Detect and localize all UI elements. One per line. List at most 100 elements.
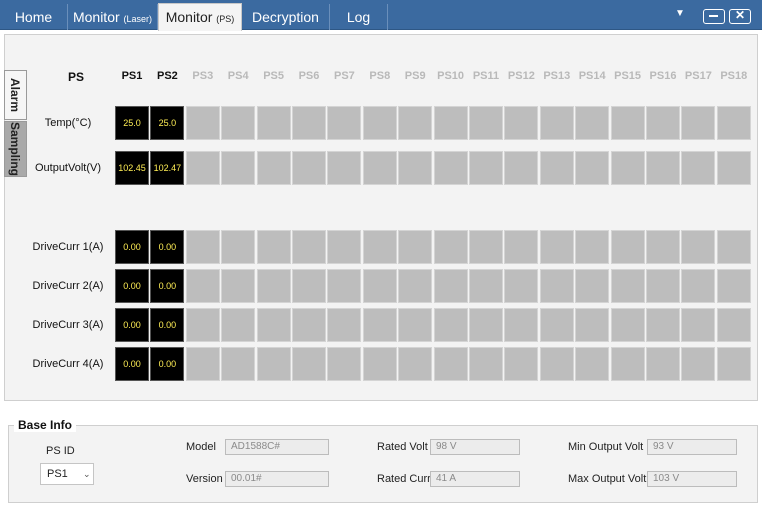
- value-cell: 102.47: [150, 151, 185, 185]
- value-cell: 0.00: [115, 269, 149, 303]
- empty-cell: [256, 106, 291, 140]
- min-output-volt-field: 93 V: [647, 439, 737, 455]
- empty-cell: [610, 230, 645, 264]
- empty-cell: [575, 269, 610, 303]
- close-button[interactable]: ✕: [729, 9, 751, 24]
- empty-cell: [292, 269, 326, 303]
- empty-cell: [716, 347, 751, 381]
- empty-cell: [327, 106, 362, 140]
- empty-cell: [221, 106, 256, 140]
- empty-cell: [681, 106, 716, 140]
- dropdown-arrow-icon[interactable]: ▼: [675, 8, 685, 19]
- empty-cell: [292, 106, 326, 140]
- empty-cell: [575, 347, 610, 381]
- empty-cell: [716, 308, 751, 342]
- column-header-ps2: PS2: [156, 70, 178, 82]
- empty-cell: [292, 151, 326, 185]
- empty-cell: [185, 230, 220, 264]
- version-field: 00.01#: [225, 471, 329, 487]
- empty-cell: [256, 151, 291, 185]
- tab-monitor-laser-sub: (Laser): [123, 14, 153, 24]
- row-label: DriveCurr 2(A): [32, 280, 104, 292]
- tab-monitor-ps-label: Monitor: [165, 9, 213, 25]
- empty-cell: [362, 347, 397, 381]
- empty-cell: [539, 308, 574, 342]
- column-header-ps12: PS12: [507, 70, 535, 82]
- column-header-ps15: PS15: [614, 70, 642, 82]
- ps-id-select[interactable]: PS1 ⌄: [40, 463, 94, 485]
- empty-cell: [221, 308, 256, 342]
- monitor-panel: [4, 34, 758, 401]
- max-output-volt-field: 103 V: [647, 471, 737, 487]
- empty-cell: [398, 151, 433, 185]
- column-header-ps11: PS11: [472, 70, 500, 82]
- value-cell: 25.0: [115, 106, 149, 140]
- empty-cell: [221, 347, 256, 381]
- empty-cell: [256, 269, 291, 303]
- empty-cell: [433, 347, 468, 381]
- empty-cell: [327, 151, 362, 185]
- empty-cell: [433, 269, 468, 303]
- empty-cell: [575, 230, 610, 264]
- empty-cell: [504, 308, 539, 342]
- empty-cell: [362, 230, 397, 264]
- empty-cell: [539, 106, 574, 140]
- ps-column-header: PS: [68, 70, 85, 84]
- tab-monitor-ps[interactable]: Monitor (PS): [158, 3, 242, 31]
- empty-cell: [610, 269, 645, 303]
- empty-cell: [327, 230, 362, 264]
- value-cell: 0.00: [150, 230, 185, 264]
- column-header-ps10: PS10: [437, 70, 465, 82]
- version-label: Version: [186, 473, 223, 485]
- empty-cell: [398, 269, 433, 303]
- tab-decryption[interactable]: Decryption: [242, 4, 330, 30]
- base-info-panel: [8, 425, 758, 503]
- value-cell: 0.00: [115, 308, 149, 342]
- empty-cell: [185, 347, 220, 381]
- empty-cell: [646, 230, 680, 264]
- rated-volt-field: 98 V: [430, 439, 520, 455]
- column-header-ps5: PS5: [263, 70, 284, 82]
- empty-cell: [716, 230, 751, 264]
- ps-id-value: PS1: [47, 468, 68, 480]
- empty-cell: [469, 269, 503, 303]
- empty-cell: [327, 308, 362, 342]
- empty-cell: [185, 151, 220, 185]
- empty-cell: [575, 106, 610, 140]
- ps-id-label: PS ID: [46, 445, 75, 457]
- empty-cell: [292, 308, 326, 342]
- column-header-ps7: PS7: [333, 70, 355, 82]
- tab-monitor-ps-sub: (PS): [216, 14, 235, 24]
- tab-decryption-label: Decryption: [252, 9, 319, 25]
- empty-cell: [469, 308, 503, 342]
- tab-log[interactable]: Log: [330, 4, 388, 30]
- max-output-volt-label: Max Output Volt: [568, 473, 647, 485]
- empty-cell: [646, 106, 680, 140]
- tab-home[interactable]: Home: [0, 4, 68, 30]
- empty-cell: [185, 308, 220, 342]
- tab-monitor-laser-label: Monitor: [72, 9, 120, 25]
- empty-cell: [362, 151, 397, 185]
- rated-curr-field: 41 A: [430, 471, 520, 487]
- empty-cell: [185, 269, 220, 303]
- empty-cell: [504, 230, 539, 264]
- empty-cell: [292, 347, 326, 381]
- column-header-ps1: PS1: [121, 70, 143, 82]
- tab-monitor-laser[interactable]: Monitor (Laser): [68, 4, 158, 30]
- empty-cell: [504, 347, 539, 381]
- value-cell: 25.0: [150, 106, 185, 140]
- value-cell: 0.00: [115, 230, 149, 264]
- empty-cell: [646, 347, 680, 381]
- minimize-button[interactable]: [703, 9, 725, 24]
- empty-cell: [610, 347, 645, 381]
- empty-cell: [433, 106, 468, 140]
- side-tab-alarm[interactable]: Alarm: [4, 70, 27, 120]
- column-header-ps14: PS14: [578, 70, 606, 82]
- value-cell: 102.45: [115, 151, 149, 185]
- column-header-ps3: PS3: [192, 70, 214, 82]
- value-cell: 0.00: [150, 347, 185, 381]
- empty-cell: [716, 269, 751, 303]
- empty-cell: [716, 106, 751, 140]
- empty-cell: [433, 230, 468, 264]
- tab-home-label: Home: [14, 9, 53, 25]
